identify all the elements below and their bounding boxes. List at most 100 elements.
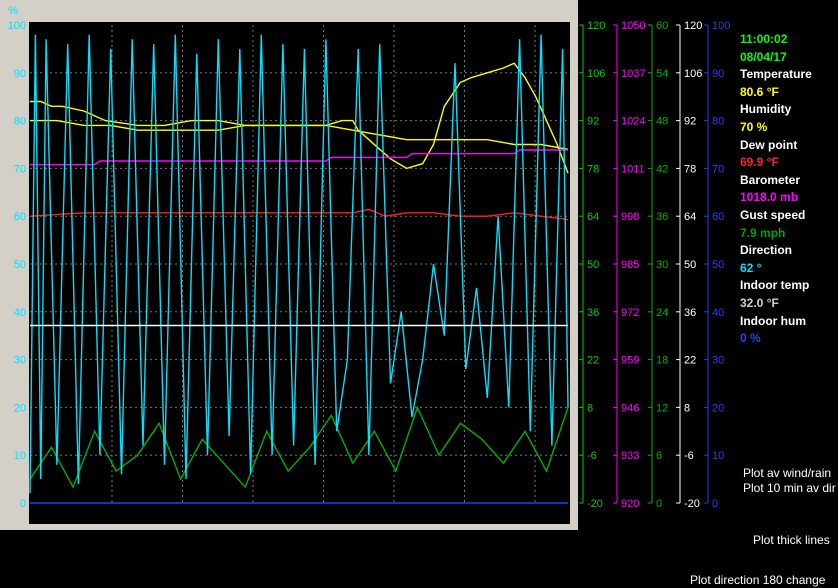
reading-label: Humidity <box>740 102 792 117</box>
y-tick-label: 10 <box>14 450 26 462</box>
y-tick-label: 60 <box>712 211 724 223</box>
y-tick-label: 36 <box>587 307 599 319</box>
y-tick-label: 10 <box>712 450 724 462</box>
axis-unit: % <box>8 5 18 17</box>
y-tick-label: 64 <box>684 211 696 223</box>
y-tick-label: 985 <box>621 259 639 271</box>
y-tick-label: 20 <box>712 402 724 414</box>
y-tick-label: 120 <box>587 20 605 32</box>
y-tick-label: -6 <box>684 450 694 462</box>
y-tick-label: 0 <box>20 498 26 510</box>
y-tick-label: 1050 <box>621 20 645 32</box>
weather-chart: 03:06:04 04:16:56 05:27:50 06:38:45 07:49:35… <box>0 0 730 530</box>
y-tick-label: 36 <box>656 211 668 223</box>
y-tick-label: 48 <box>656 116 668 128</box>
reading-label: Indoor hum <box>740 313 806 328</box>
y-tick-label: 22 <box>684 355 696 367</box>
x-tick-label: 07:49:35 <box>370 510 413 522</box>
y-tick-label: 70 <box>14 163 26 175</box>
y-tick-label: -20 <box>684 498 700 510</box>
x-tick-label: 03:06:04 <box>88 510 131 522</box>
y-tick-label: 22 <box>587 355 599 367</box>
y-tick-label: 1037 <box>621 68 645 80</box>
y-tick-label: 959 <box>621 355 639 367</box>
y-tick-label: 78 <box>684 163 696 175</box>
y-tick-label: 78 <box>587 163 599 175</box>
reading-label: Indoor temp <box>740 278 810 293</box>
y-tick-label: 1011 <box>621 163 645 175</box>
y-tick-label: -20 <box>587 498 603 510</box>
y-tick-label: -6 <box>587 450 597 462</box>
y-tick-label: 70 <box>712 163 724 175</box>
y-tick-label: 0 <box>712 498 718 510</box>
y-tick-label: 50 <box>684 259 696 271</box>
x-tick-label: 10:11:35 <box>511 510 553 522</box>
y-tick-label: 120 <box>684 20 702 32</box>
y-tick-label: 60 <box>656 20 668 32</box>
reading-label: Temperature <box>740 67 812 82</box>
y-tick-label: 20 <box>14 402 26 414</box>
y-tick-label: 12 <box>656 402 668 414</box>
reading-value: 0 % <box>740 331 761 346</box>
y-tick-label: 40 <box>14 307 26 319</box>
reading-value: 62 ° <box>740 260 762 275</box>
readings-panel: 11:00:02 08/04/17 Temperature 80.6 °F Humi… <box>740 30 836 345</box>
reading-label: Gust speed <box>740 207 806 222</box>
y-tick-label: 54 <box>656 68 668 80</box>
y-tick-label: 946 <box>621 402 639 414</box>
x-axis-labels: 03:06:04 04:16:56 05:27:50 06:38:45 07:49:35… <box>88 510 553 522</box>
y-tick-label: 90 <box>712 68 724 80</box>
y-tick-label: 998 <box>621 211 639 223</box>
y-tick-label: 50 <box>712 259 724 271</box>
y-tick-label: 1024 <box>621 116 645 128</box>
y-tick-label: 80 <box>712 116 724 128</box>
current-time: 11:00:02 <box>740 32 788 46</box>
y-tick-label: 100 <box>712 20 730 32</box>
y-tick-label: 50 <box>587 259 599 271</box>
y-tick-label: 100 <box>8 20 26 32</box>
y-tick-label: 60 <box>14 211 26 223</box>
reading-label: Dew point <box>740 137 798 152</box>
x-tick-label: 04:16:56 <box>159 510 202 522</box>
y-tick-label: 92 <box>587 116 599 128</box>
reading-value: 70 % <box>740 119 768 134</box>
reading-value: 80.6 °F <box>740 84 779 99</box>
y-tick-label: 8 <box>684 402 690 414</box>
y-tick-label: 30 <box>712 355 724 367</box>
thick-lines-option[interactable]: Plot thick lines <box>753 533 830 547</box>
y-tick-label: 0 <box>656 498 662 510</box>
y-tick-label: 92 <box>684 116 696 128</box>
y-tick-label: 106 <box>587 68 605 80</box>
reading-value: 1018.0 mb <box>740 190 799 205</box>
reading-value: 7.9 mph <box>740 225 786 240</box>
y-tick-label: 920 <box>621 498 639 510</box>
y-tick-label: 106 <box>684 68 702 80</box>
y-tick-label: 42 <box>656 163 668 175</box>
reading-label: Barometer <box>740 172 801 187</box>
plot-area <box>29 22 570 524</box>
y-tick-label: 36 <box>684 307 696 319</box>
reading-label: Direction <box>740 243 793 258</box>
y-tick-label: 80 <box>14 116 26 128</box>
y-tick-label: 64 <box>587 211 599 223</box>
y-tick-label: 6 <box>656 450 662 462</box>
plot-10min-option[interactable]: Plot 10 min av dir <box>743 481 836 495</box>
y-tick-label: 8 <box>587 402 593 414</box>
y-tick-label: 18 <box>656 355 668 367</box>
y-tick-label: 40 <box>712 307 724 319</box>
y-tick-label: 90 <box>14 68 26 80</box>
plot-av-wind-option[interactable]: Plot av wind/rain <box>743 466 831 480</box>
x-tick-label: 06:38:45 <box>300 510 343 522</box>
x-tick-label: 09:00:35 <box>441 510 484 522</box>
y-tick-label: 972 <box>621 307 639 319</box>
y-tick-label: 50 <box>14 259 26 271</box>
reading-value: 32.0 °F <box>740 295 779 310</box>
reading-value: 69.9 °F <box>740 155 779 170</box>
y-tick-label: 30 <box>14 355 26 367</box>
y-tick-label: 24 <box>656 307 668 319</box>
y-tick-label: 30 <box>656 259 668 271</box>
y-tick-label: 933 <box>621 450 639 462</box>
current-date: 08/04/17 <box>740 49 787 64</box>
x-tick-label: 05:27:50 <box>229 510 272 522</box>
direction-change-option[interactable]: Plot direction 180 change <box>690 573 825 587</box>
